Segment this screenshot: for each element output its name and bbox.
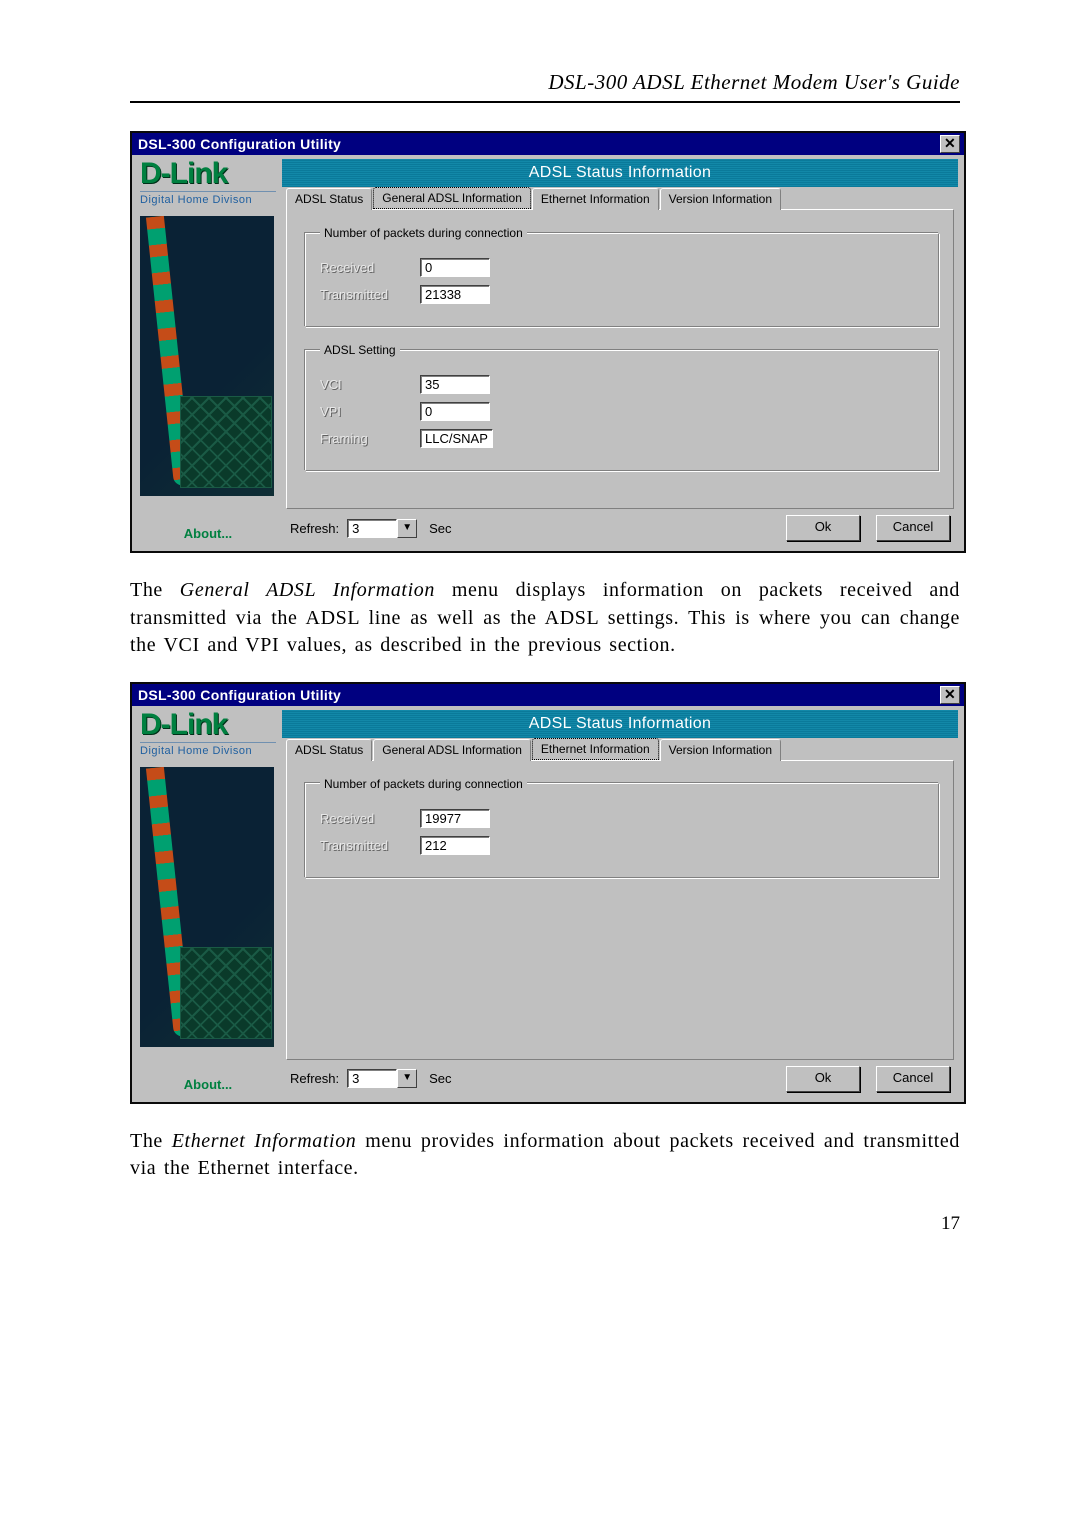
close-icon[interactable]: ✕	[940, 686, 960, 704]
decorative-side-image	[140, 767, 274, 1047]
tab-ethernet-info[interactable]: Ethernet Information	[532, 188, 659, 210]
panel-banner: ADSL Status Information	[282, 710, 958, 738]
framing-label: Framing	[320, 431, 420, 446]
brand-logo: D-Link	[140, 159, 276, 189]
left-column: D-Link Digital Home Divison About...	[132, 706, 282, 1102]
paragraph-2: The Ethernet Information menu provides i…	[130, 1128, 960, 1183]
panel-banner: ADSL Status Information	[282, 159, 958, 187]
bottom-row: Refresh: 3 ▼ Sec Ok Cancel	[282, 509, 958, 545]
group-legend: Number of packets during connection	[320, 226, 527, 240]
vpi-field[interactable]: 0	[420, 402, 490, 421]
page-header: DSL-300 ADSL Ethernet Modem User's Guide	[130, 70, 960, 103]
close-icon[interactable]: ✕	[940, 135, 960, 153]
left-column: D-Link Digital Home Divison About...	[132, 155, 282, 551]
ok-button[interactable]: Ok	[786, 1066, 860, 1092]
about-link[interactable]: About...	[140, 518, 276, 541]
tab-adsl-status[interactable]: ADSL Status	[286, 188, 372, 210]
decorative-side-image	[140, 216, 274, 496]
refresh-label: Refresh:	[290, 521, 339, 536]
group-adsl-setting: ADSL Setting VCI 35 VPI 0 Framing LLC/SN…	[305, 343, 939, 471]
vpi-label: VPI	[320, 404, 420, 419]
vci-field[interactable]: 35	[420, 375, 490, 394]
about-link[interactable]: About...	[140, 1069, 276, 1092]
received-field[interactable]: 0	[420, 258, 490, 277]
tab-bar: ADSL Status General ADSL Information Eth…	[282, 738, 958, 760]
group-packet-counts: Number of packets during connection Rece…	[305, 777, 939, 878]
tab-pane: Number of packets during connection Rece…	[286, 209, 954, 509]
tab-version-info[interactable]: Version Information	[660, 739, 781, 761]
tab-general-adsl-info[interactable]: General ADSL Information	[373, 739, 531, 761]
group-legend: Number of packets during connection	[320, 777, 527, 791]
refresh-value[interactable]: 3	[347, 519, 397, 538]
transmitted-label: Transmitted	[320, 287, 420, 302]
cancel-button[interactable]: Cancel	[876, 515, 950, 541]
transmitted-label: Transmitted	[320, 838, 420, 853]
brand-logo: D-Link	[140, 710, 276, 740]
titlebar[interactable]: DSL-300 Configuration Utility ✕	[132, 133, 964, 155]
received-label: Received	[320, 260, 420, 275]
chevron-down-icon[interactable]: ▼	[397, 1069, 417, 1088]
framing-field[interactable]: LLC/SNAP	[420, 429, 493, 448]
bottom-row: Refresh: 3 ▼ Sec Ok Cancel	[282, 1060, 958, 1096]
received-field[interactable]: 19977	[420, 809, 490, 828]
paragraph-1: The General ADSL Information menu displa…	[130, 577, 960, 660]
brand-tagline: Digital Home Divison	[140, 191, 276, 206]
tab-version-info[interactable]: Version Information	[660, 188, 781, 210]
refresh-label: Refresh:	[290, 1071, 339, 1086]
transmitted-field[interactable]: 21338	[420, 285, 490, 304]
titlebar[interactable]: DSL-300 Configuration Utility ✕	[132, 684, 964, 706]
tab-ethernet-info[interactable]: Ethernet Information	[532, 738, 659, 760]
vci-label: VCI	[320, 377, 420, 392]
received-label: Received	[320, 811, 420, 826]
tab-adsl-status[interactable]: ADSL Status	[286, 739, 372, 761]
chevron-down-icon[interactable]: ▼	[397, 519, 417, 538]
group-legend: ADSL Setting	[320, 343, 400, 357]
titlebar-text: DSL-300 Configuration Utility	[138, 136, 341, 152]
refresh-unit: Sec	[429, 1071, 451, 1086]
page-number: 17	[130, 1213, 960, 1235]
titlebar-text: DSL-300 Configuration Utility	[138, 687, 341, 703]
refresh-unit: Sec	[429, 521, 451, 536]
transmitted-field[interactable]: 212	[420, 836, 490, 855]
brand-tagline: Digital Home Divison	[140, 742, 276, 757]
dialog-general-adsl: DSL-300 Configuration Utility ✕ D-Link D…	[130, 131, 966, 553]
group-packet-counts: Number of packets during connection Rece…	[305, 226, 939, 327]
tab-pane: Number of packets during connection Rece…	[286, 760, 954, 1060]
ok-button[interactable]: Ok	[786, 515, 860, 541]
refresh-value[interactable]: 3	[347, 1069, 397, 1088]
cancel-button[interactable]: Cancel	[876, 1066, 950, 1092]
dialog-ethernet-info: DSL-300 Configuration Utility ✕ D-Link D…	[130, 682, 966, 1104]
tab-general-adsl-info[interactable]: General ADSL Information	[373, 187, 531, 209]
tab-bar: ADSL Status General ADSL Information Eth…	[282, 187, 958, 209]
